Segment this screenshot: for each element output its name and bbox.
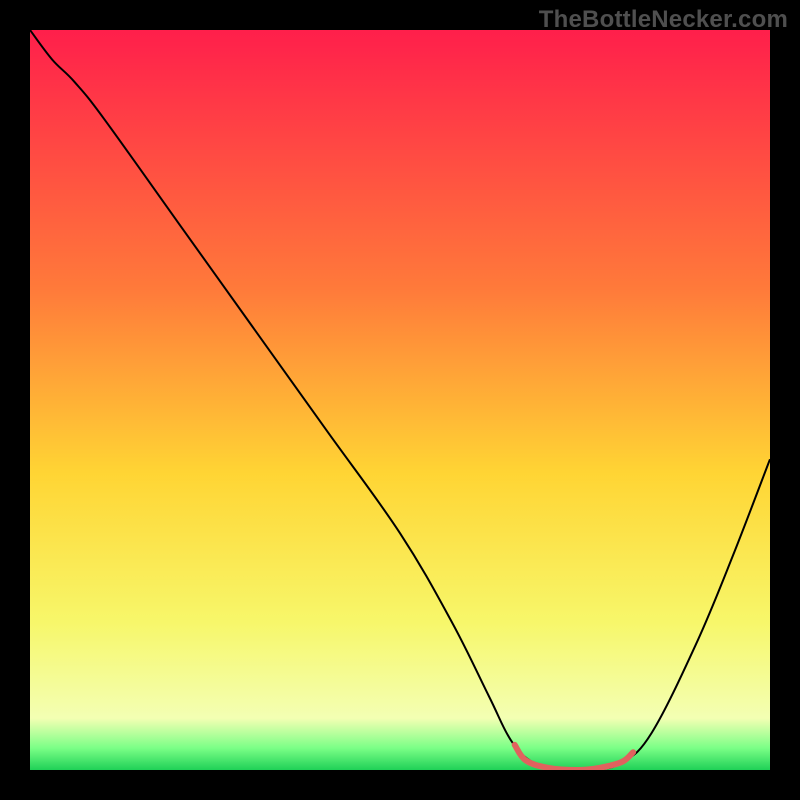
gradient-background <box>30 30 770 770</box>
chart-svg <box>30 30 770 770</box>
chart-frame: TheBottleNecker.com <box>0 0 800 800</box>
plot-area <box>30 30 770 770</box>
